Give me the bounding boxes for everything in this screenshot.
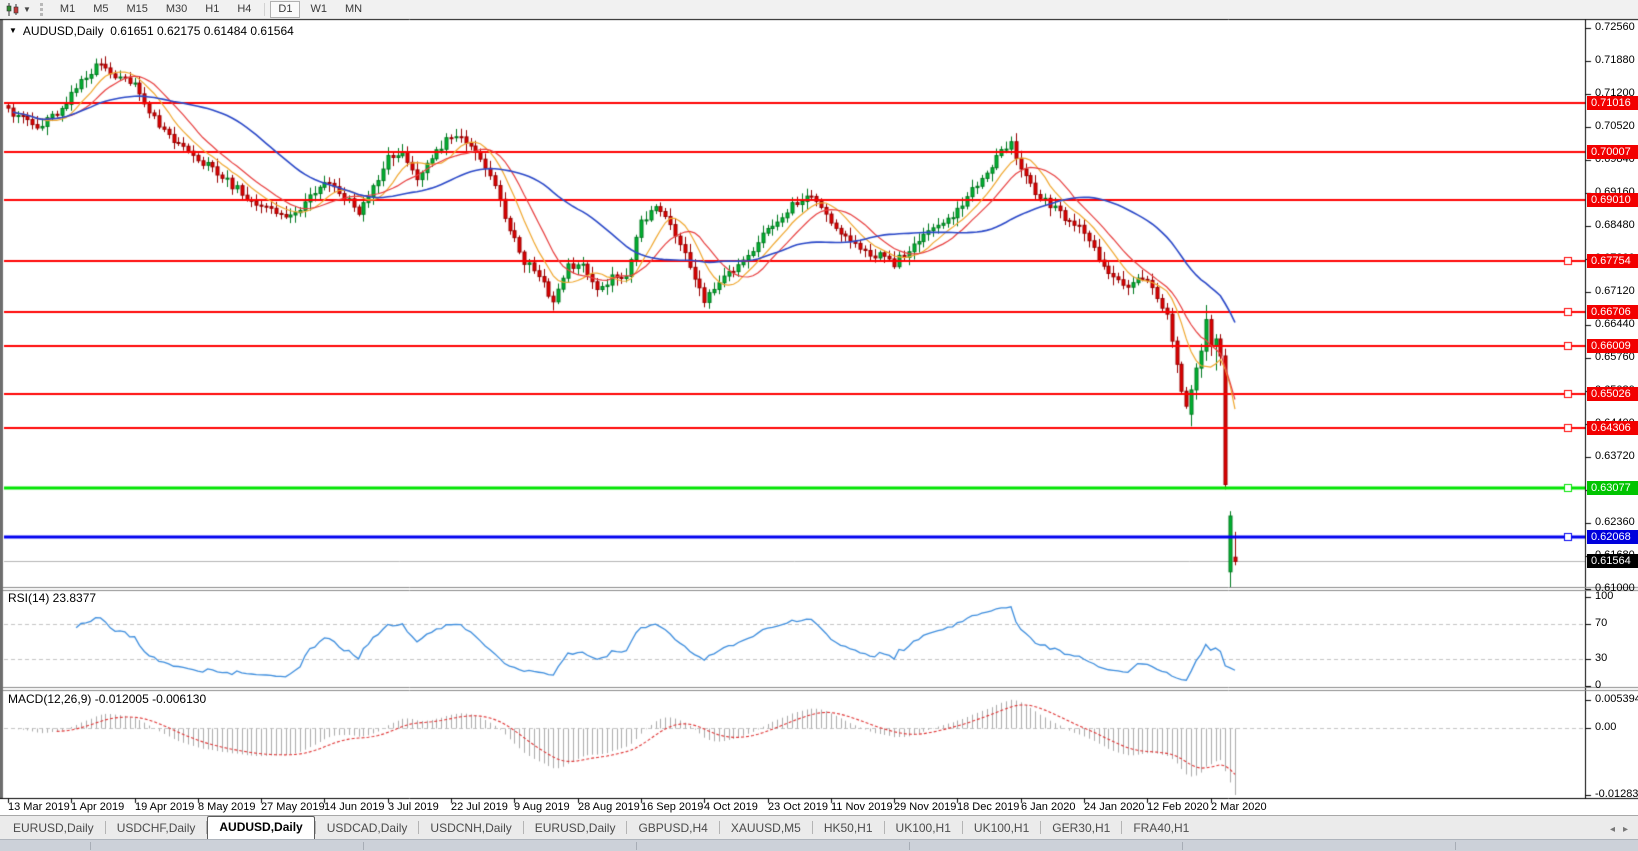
date-label: 12 Feb 2020 [1147, 801, 1209, 813]
price-tick-label: 0.63720 [1595, 450, 1635, 462]
macd-tick-label: 0.005394 [1595, 693, 1638, 705]
date-label: 22 Jul 2019 [451, 801, 508, 813]
rsi-tick-label: 0 [1595, 679, 1601, 691]
date-label: 18 Dec 2019 [957, 801, 1019, 813]
date-label: 8 May 2019 [198, 801, 255, 813]
level-price-box: 0.62068 [1587, 530, 1638, 544]
rsi-tick-label: 30 [1595, 652, 1607, 664]
chart-tab-usdchf-daily[interactable]: USDCHF,Daily [106, 818, 207, 839]
current-price-box: 0.61564 [1587, 554, 1638, 568]
strip-notch [90, 842, 91, 850]
strip-notch [1182, 842, 1183, 850]
level-price-box: 0.67754 [1587, 254, 1638, 268]
level-price-box: 0.64306 [1587, 421, 1638, 435]
chart-tab-usdcnh-daily[interactable]: USDCNH,Daily [419, 818, 522, 839]
date-label: 23 Oct 2019 [768, 801, 828, 813]
date-label: 27 May 2019 [261, 801, 325, 813]
toolbar-drag-handle[interactable] [40, 3, 43, 16]
chart-tab-audusd-daily[interactable]: AUDUSD,Daily [207, 816, 314, 840]
timeframe-button-mn[interactable]: MN [337, 1, 370, 18]
chart-tab-uk100-h1[interactable]: UK100,H1 [885, 818, 962, 839]
level-price-box: 0.66009 [1587, 339, 1638, 353]
level-price-box: 0.69010 [1587, 193, 1638, 207]
chart-tab-eurusd-daily[interactable]: EURUSD,Daily [524, 818, 627, 839]
date-label: 4 Oct 2019 [704, 801, 758, 813]
date-label: 16 Sep 2019 [641, 801, 703, 813]
price-tick-label: 0.70520 [1595, 120, 1635, 132]
strip-notch [636, 842, 637, 850]
chart-ohlc-values: 0.61651 0.62175 0.61484 0.61564 [110, 24, 294, 38]
next-tabs-button[interactable]: ▸ [1623, 824, 1628, 835]
timeframe-button-d1[interactable]: D1 [270, 1, 300, 18]
date-label: 14 Jun 2019 [324, 801, 385, 813]
price-tick-label: 0.71880 [1595, 54, 1635, 66]
strip-notch [909, 842, 910, 850]
trading-platform-window: ▼ M1M5M15M30H1H4 D1W1MN ▼ AUDUSD,Daily 0.6… [0, 0, 1638, 851]
strip-notch [1455, 842, 1456, 850]
collapse-triangle-icon[interactable]: ▼ [9, 26, 17, 35]
tab-nav: ◂▸ [1610, 824, 1634, 835]
toolbar-separator [264, 3, 265, 16]
price-tick-label: 0.67120 [1595, 285, 1635, 297]
date-label: 28 Aug 2019 [578, 801, 640, 813]
chart-tab-uk100-h1[interactable]: UK100,H1 [963, 818, 1040, 839]
level-price-box: 0.63077 [1587, 481, 1638, 495]
date-label: 29 Nov 2019 [894, 801, 956, 813]
timeframe-button-m5[interactable]: M5 [85, 1, 116, 18]
window-bottom-strip [0, 839, 1638, 851]
price-tick-label: 0.68480 [1595, 219, 1635, 231]
chart-tab-ger30-h1[interactable]: GER30,H1 [1041, 818, 1121, 839]
chart-tab-usdcad-daily[interactable]: USDCAD,Daily [316, 818, 419, 839]
date-label: 1 Apr 2019 [71, 801, 124, 813]
chart-symbol-period: AUDUSD,Daily [23, 24, 104, 38]
date-label: 3 Jul 2019 [388, 801, 439, 813]
timeframe-button-m1[interactable]: M1 [52, 1, 83, 18]
chart-type-button[interactable]: ▼ [0, 0, 35, 18]
rsi-tick-label: 70 [1595, 617, 1607, 629]
level-price-box: 0.65026 [1587, 387, 1638, 401]
date-label: 11 Nov 2019 [831, 801, 893, 813]
timeframe-button-w1[interactable]: W1 [302, 1, 335, 18]
level-price-box: 0.71016 [1587, 96, 1638, 110]
timeframe-toolbar: ▼ M1M5M15M30H1H4 D1W1MN [0, 0, 1638, 19]
chart-tab-gbpusd-h4[interactable]: GBPUSD,H4 [627, 818, 718, 839]
macd-tick-label: -0.01283 [1595, 788, 1638, 800]
strip-notch [363, 842, 364, 850]
rsi-indicator-label: RSI(14) 23.8377 [8, 591, 96, 605]
date-label: 19 Apr 2019 [135, 801, 194, 813]
macd-indicator-label: MACD(12,26,9) -0.012005 -0.006130 [8, 692, 206, 706]
dropdown-caret-icon: ▼ [23, 5, 31, 14]
candlestick-chart-icon [6, 3, 20, 16]
date-label: 2 Mar 2020 [1211, 801, 1267, 813]
price-tick-label: 0.62360 [1595, 516, 1635, 528]
chart-tab-bar: EURUSD,DailyUSDCHF,DailyAUDUSD,DailyUSDC… [0, 815, 1638, 839]
date-label: 6 Jan 2020 [1021, 801, 1075, 813]
date-label: 9 Aug 2019 [514, 801, 570, 813]
chart-plot-canvas[interactable] [0, 0, 1638, 851]
chart-tab-hk50-h1[interactable]: HK50,H1 [813, 818, 884, 839]
date-label: 13 Mar 2019 [8, 801, 70, 813]
chart-title: ▼ AUDUSD,Daily 0.61651 0.62175 0.61484 0.… [9, 24, 294, 38]
level-price-box: 0.70007 [1587, 145, 1638, 159]
price-tick-label: 0.66440 [1595, 318, 1635, 330]
rsi-tick-label: 100 [1595, 590, 1613, 602]
chart-tab-xauusd-m5[interactable]: XAUUSD,M5 [720, 818, 812, 839]
timeframe-button-h4[interactable]: H4 [229, 1, 259, 18]
timeframe-button-m15[interactable]: M15 [118, 1, 155, 18]
price-tick-label: 0.72560 [1595, 21, 1635, 33]
macd-tick-label: 0.00 [1595, 721, 1616, 733]
chart-tab-fra40-h1[interactable]: FRA40,H1 [1122, 818, 1200, 839]
timeframe-button-m30[interactable]: M30 [158, 1, 195, 18]
date-label: 24 Jan 2020 [1084, 801, 1145, 813]
level-price-box: 0.66706 [1587, 305, 1638, 319]
chart-tab-eurusd-daily[interactable]: EURUSD,Daily [2, 818, 105, 839]
timeframe-button-h1[interactable]: H1 [197, 1, 227, 18]
prev-tabs-button[interactable]: ◂ [1610, 824, 1615, 835]
